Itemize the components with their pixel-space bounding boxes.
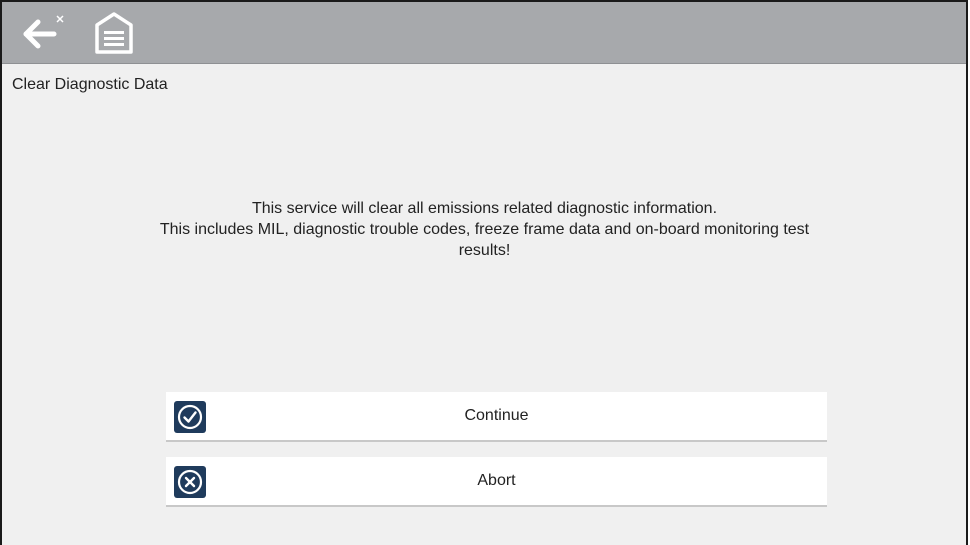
garage-home-icon [95, 12, 133, 54]
message-line: results! [458, 242, 511, 259]
back-arrow-icon [23, 15, 64, 49]
warning-message: This service will clear all emissions re… [32, 198, 937, 261]
home-button[interactable] [94, 12, 134, 56]
abort-label: Abort [477, 472, 516, 489]
abort-button[interactable]: Abort [166, 457, 827, 507]
back-button[interactable] [18, 12, 68, 54]
continue-button[interactable]: Continue [166, 392, 827, 442]
top-toolbar [2, 2, 966, 64]
message-line: This includes MIL, diagnostic trouble co… [159, 221, 810, 238]
message-line: This service will clear all emissions re… [251, 200, 718, 217]
page-title: Clear Diagnostic Data [12, 76, 168, 93]
continue-label: Continue [464, 407, 529, 424]
app-window: Clear Diagnostic Data This service will … [0, 0, 968, 545]
